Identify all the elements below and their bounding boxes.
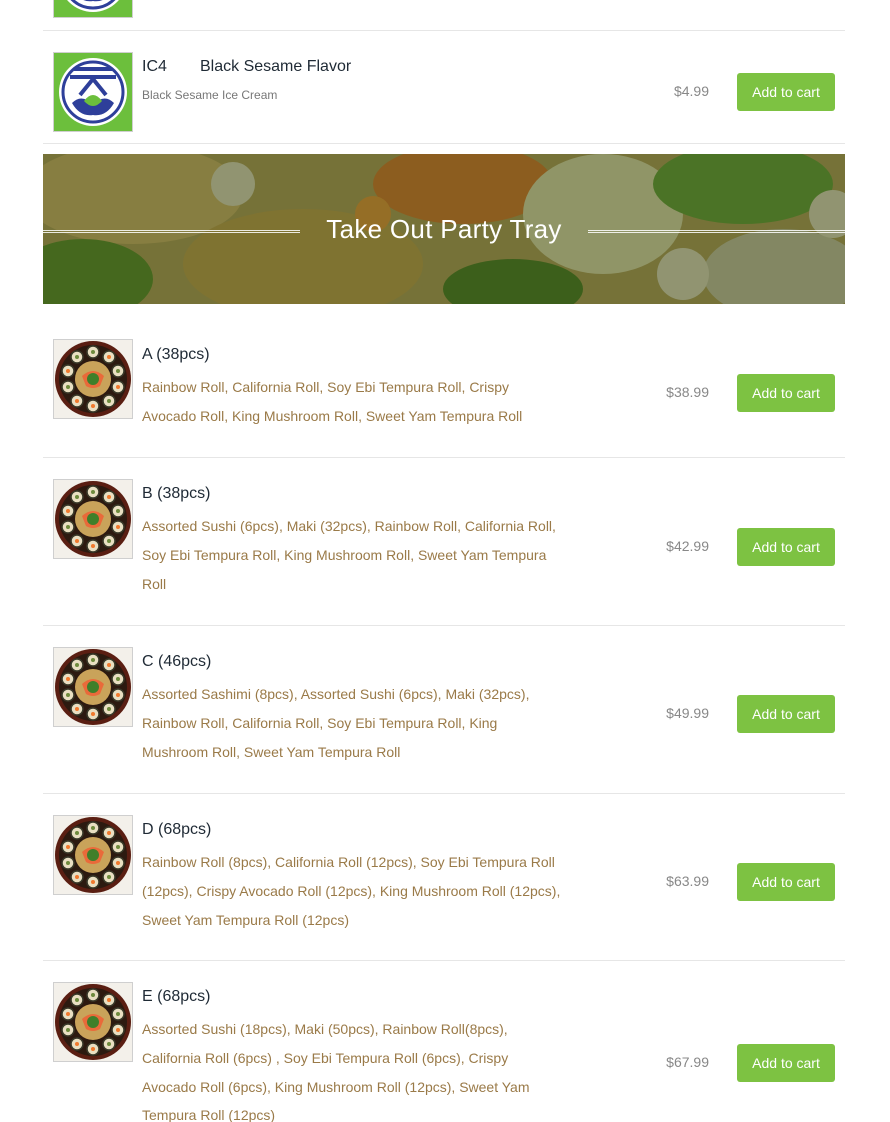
item-description: Assorted Sushi (6pcs), Maki (32pcs), Rai… xyxy=(142,518,556,592)
section-banner: Take Out Party Tray xyxy=(43,154,845,304)
item-thumbnail[interactable] xyxy=(53,0,133,18)
item-price: $38.99 xyxy=(666,384,709,400)
item-price: $4.99 xyxy=(673,83,709,99)
item-price: $67.99 xyxy=(666,1054,709,1070)
add-to-cart-button[interactable]: Add to cart xyxy=(737,73,835,111)
item-title: D (68pcs) xyxy=(142,821,212,838)
add-to-cart-button[interactable]: Add to cart xyxy=(737,528,835,566)
item-thumbnail[interactable] xyxy=(53,339,133,419)
menu-row-tray-e: E (68pcs) Assorted Sushi (18pcs), Maki (… xyxy=(43,961,845,1122)
menu-row-tray-d: D (68pcs) Rainbow Roll (8pcs), Californi… xyxy=(43,794,845,961)
item-subtitle: Black Sesame Ice Cream xyxy=(142,88,278,102)
item-description: Rainbow Roll (8pcs), California Roll (12… xyxy=(142,854,561,928)
item-title: E (68pcs) xyxy=(142,988,211,1005)
item-thumbnail[interactable] xyxy=(53,647,133,727)
item-thumbnail[interactable] xyxy=(53,982,133,1062)
item-title: IC4 Black Sesame Flavor xyxy=(142,58,351,76)
section-title: Take Out Party Tray xyxy=(326,214,562,244)
item-description: Assorted Sushi (18pcs), Maki (50pcs), Ra… xyxy=(142,1021,530,1122)
add-to-cart-button[interactable]: Add to cart xyxy=(737,695,835,733)
sushi-tray-image xyxy=(54,340,132,418)
restaurant-logo-icon xyxy=(54,0,132,17)
item-price: $42.99 xyxy=(666,538,709,554)
menu-row-partial xyxy=(43,0,845,31)
add-to-cart-button[interactable]: Add to cart xyxy=(737,863,835,901)
add-to-cart-button[interactable]: Add to cart xyxy=(737,374,835,412)
sushi-tray-image xyxy=(54,648,132,726)
restaurant-logo-icon xyxy=(54,53,132,131)
party-tray-list: A (38pcs) Rainbow Roll, California Roll,… xyxy=(43,304,845,1122)
item-price: $49.99 xyxy=(666,705,709,721)
item-description: Rainbow Roll, California Roll, Soy Ebi T… xyxy=(142,379,523,424)
menu-row-tray-c: C (46pcs) Assorted Sashimi (8pcs), Assor… xyxy=(43,626,845,794)
menu-list: IC4 Black Sesame Flavor Black Sesame Ice … xyxy=(43,0,845,1122)
item-title: A (38pcs) xyxy=(142,346,210,363)
menu-row-tray-a: A (38pcs) Rainbow Roll, California Roll,… xyxy=(43,304,845,458)
item-thumbnail[interactable] xyxy=(53,815,133,895)
sushi-tray-image xyxy=(54,983,132,1061)
menu-row-ic4: IC4 Black Sesame Flavor Black Sesame Ice … xyxy=(43,31,845,144)
sushi-tray-image xyxy=(54,480,132,558)
item-name: Black Sesame Flavor xyxy=(200,58,352,75)
item-price: $63.99 xyxy=(666,873,709,889)
item-thumbnail[interactable] xyxy=(53,52,133,132)
item-title: B (38pcs) xyxy=(142,485,211,502)
item-code: IC4 xyxy=(142,58,167,75)
menu-row-tray-b: B (38pcs) Assorted Sushi (6pcs), Maki (3… xyxy=(43,458,845,626)
item-thumbnail[interactable] xyxy=(53,479,133,559)
add-to-cart-button[interactable]: Add to cart xyxy=(737,1044,835,1082)
item-description: Assorted Sashimi (8pcs), Assorted Sushi … xyxy=(142,686,530,760)
sushi-tray-image xyxy=(54,816,132,894)
item-title: C (46pcs) xyxy=(142,653,212,670)
